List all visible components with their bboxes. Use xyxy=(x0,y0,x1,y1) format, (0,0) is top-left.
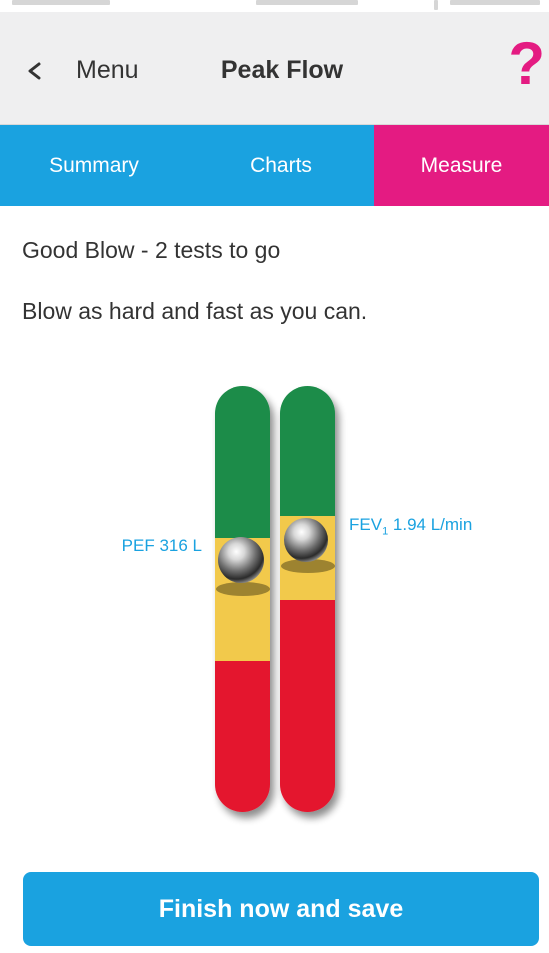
tab-measure[interactable]: Measure xyxy=(374,125,549,206)
pef-value-label: PEF 316 L xyxy=(121,536,202,555)
gauges-graphic xyxy=(215,386,335,812)
status-bar-fragment xyxy=(12,0,110,5)
status-bar-fragment xyxy=(434,0,438,10)
fev-label-main: FEV xyxy=(349,515,383,534)
help-button[interactable]: ? xyxy=(508,34,545,94)
status-bar xyxy=(0,0,549,12)
tab-bar: Summary Charts Measure xyxy=(0,125,549,206)
status-bar-fragment xyxy=(256,0,358,5)
test-status-text: Good Blow - 2 tests to go xyxy=(22,237,281,263)
status-bar-fragment xyxy=(450,0,540,5)
fev-value-label: FEV1 1.94 L/min xyxy=(349,515,472,537)
page-title: Peak Flow xyxy=(220,56,344,84)
tab-summary[interactable]: Summary xyxy=(0,125,188,206)
fev-gauge xyxy=(280,386,335,812)
nav-bar: Menu Peak Flow ? xyxy=(0,12,549,125)
peak-flow-screen: Menu Peak Flow ? Summary Charts Measure … xyxy=(0,0,549,953)
instruction-text: Blow as hard and fast as you can. xyxy=(22,298,368,324)
tab-charts[interactable]: Charts xyxy=(188,125,374,206)
finish-save-button[interactable]: Finish now and save xyxy=(23,872,539,946)
fev-label-value: 1.94 L/min xyxy=(388,515,473,534)
gauge-area: PEF 316 L FEV1 1.94 L/min xyxy=(0,380,549,840)
pef-gauge xyxy=(215,386,270,812)
